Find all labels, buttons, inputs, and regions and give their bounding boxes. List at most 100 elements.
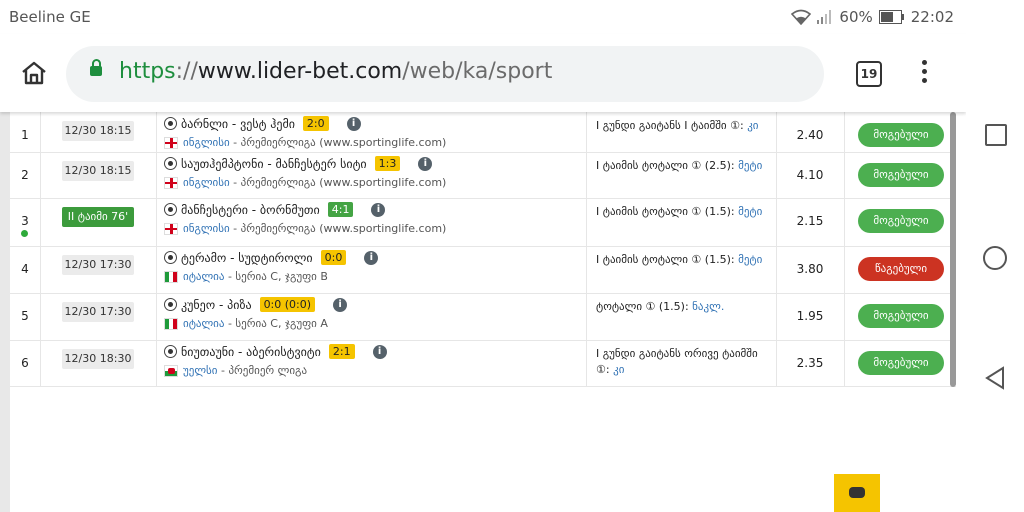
market-cell: I ტაიმის ტოტალი ① (2.5): მეტი xyxy=(586,152,777,198)
bet-row: 1 12/30 18:15 ბარნლი - ვესტ ჰემი 2:0 i ინგლის… xyxy=(10,112,956,153)
match-name: ნიუთაუნი - აბერისტვიტი xyxy=(181,344,321,359)
row-number-cell: 5 xyxy=(10,293,41,340)
row-number-cell: 4 xyxy=(10,246,41,293)
market-name: I ტაიმის ტოტალი ① (1.5): xyxy=(596,205,735,218)
side-strip xyxy=(0,112,10,512)
bet-row: 6 12/30 18:30 ნიუთაუნი - აბერისტვიტი 2:1 i უე… xyxy=(10,340,956,387)
home-nav-icon[interactable] xyxy=(983,246,1007,270)
match-name: საუთჰემპტონი - მანჩესტერ სიტი xyxy=(181,156,367,171)
odds-cell: 1.95 xyxy=(776,293,845,340)
url-host: www.lider-bet.com xyxy=(197,59,403,84)
country-flag-icon xyxy=(164,176,178,189)
match-time: 12/30 18:15 xyxy=(62,161,134,181)
league-name: - პრემიერლიგა (www.sportinglife.com) xyxy=(229,222,447,235)
match-cell: მანჩესტერი - ბორნმუთი 4:1 i ინგლისი - პრემი… xyxy=(156,198,587,246)
row-number-cell: 6 xyxy=(10,340,41,386)
status-cell: მოგებული xyxy=(844,293,956,340)
row-number-cell: 3 xyxy=(10,198,41,246)
odds-cell: 2.15 xyxy=(776,198,845,246)
signal-icon xyxy=(817,10,832,24)
match-time: 12/30 17:30 xyxy=(62,302,134,322)
status-badge[interactable]: წაგებული xyxy=(858,257,944,281)
android-nav-bar xyxy=(966,0,1024,512)
market-cell: ტოტალი ① (1.5): ნაკლ. xyxy=(586,293,777,340)
recents-icon[interactable] xyxy=(985,124,1007,146)
home-icon[interactable] xyxy=(20,60,48,86)
country-flag-icon xyxy=(164,222,178,235)
url-field[interactable]: https://www.lider-bet.com/web/ka/sport xyxy=(66,46,824,102)
scrollbar[interactable] xyxy=(950,112,956,387)
url-text[interactable]: https://www.lider-bet.com/web/ka/sport xyxy=(119,59,552,84)
country-name: იტალია xyxy=(183,270,225,283)
tab-switcher-button[interactable]: 19 xyxy=(856,61,882,87)
country-flag-icon xyxy=(164,364,178,377)
chat-button[interactable] xyxy=(834,474,880,512)
time-cell: 12/30 18:15 xyxy=(40,152,157,198)
soccer-ball-icon xyxy=(164,117,177,130)
status-cell: წაგებული xyxy=(844,246,956,293)
bet-row: 4 12/30 17:30 ტერამო - სუდტიროლი 0:0 i იტალია… xyxy=(10,246,956,294)
status-badge[interactable]: მოგებული xyxy=(858,304,944,328)
status-cell: მოგებული xyxy=(844,198,956,246)
status-badge[interactable]: მოგებული xyxy=(858,123,944,147)
chat-icon xyxy=(849,487,865,498)
odds-cell: 2.35 xyxy=(776,340,845,386)
soccer-ball-icon xyxy=(164,298,177,311)
info-icon[interactable]: i xyxy=(418,156,433,171)
market-cell: I გუნდი გაიტანს ორივე ტაიმში ①: კი xyxy=(586,340,777,386)
info-icon[interactable]: i xyxy=(372,344,387,359)
battery-percent: 60% xyxy=(839,8,873,26)
browser-screen: Beeline GE 60% 22:02 https://www.lider-b… xyxy=(0,0,966,512)
match-score: 0:0 xyxy=(320,250,347,265)
overflow-menu-icon[interactable] xyxy=(922,60,928,87)
market-cell: I გუნდი გაიტანს I ტაიმში ①: კი xyxy=(586,112,777,152)
status-badge[interactable]: მოგებული xyxy=(858,163,944,187)
time-cell: 12/30 17:30 xyxy=(40,293,157,340)
market-pick: კი xyxy=(613,363,625,376)
info-icon[interactable]: i xyxy=(346,116,361,131)
odds-value: 2.35 xyxy=(796,356,824,370)
odds-value: 3.80 xyxy=(796,262,824,276)
country-name: ინგლისი xyxy=(183,176,230,189)
odds-value: 1.95 xyxy=(796,309,824,323)
status-cell: მოგებული xyxy=(844,340,956,386)
odds-value: 4.10 xyxy=(796,168,824,182)
match-name: მანჩესტერი - ბორნმუთი xyxy=(181,202,320,217)
match-name: ტერამო - სუდტიროლი xyxy=(181,250,313,265)
row-number: 6 xyxy=(21,356,29,370)
league-name: - სერია C, ჯგუფი B xyxy=(224,270,328,283)
row-number: 4 xyxy=(21,262,29,276)
market-name: I ტაიმის ტოტალი ① (2.5): xyxy=(596,159,735,172)
info-icon[interactable]: i xyxy=(333,297,348,312)
country-name: ინგლისი xyxy=(183,136,230,149)
match-name: ბარნლი - ვესტ ჰემი xyxy=(181,116,295,131)
bet-slip-table: 1 12/30 18:15 ბარნლი - ვესტ ჰემი 2:0 i ინგლის… xyxy=(0,112,966,512)
info-icon[interactable]: i xyxy=(364,250,379,265)
market-pick: ნაკლ. xyxy=(692,300,725,313)
soccer-ball-icon xyxy=(164,203,177,216)
time-cell: 12/30 18:15 xyxy=(40,112,157,152)
match-score: 2:0 xyxy=(302,116,329,131)
league-name: - პრემიერლიგა (www.sportinglife.com) xyxy=(229,176,447,189)
match-score: 0:0 (0:0) xyxy=(259,297,316,312)
status-badge[interactable]: მოგებული xyxy=(858,209,944,233)
match-time: 12/30 18:30 xyxy=(62,349,134,369)
odds-cell: 4.10 xyxy=(776,152,845,198)
match-time: 12/30 18:15 xyxy=(62,121,134,141)
match-time: 12/30 17:30 xyxy=(62,255,134,275)
odds-cell: 3.80 xyxy=(776,246,845,293)
market-cell: I ტაიმის ტოტალი ① (1.5): მეტი xyxy=(586,246,777,293)
back-icon[interactable] xyxy=(984,366,1006,390)
info-icon[interactable]: i xyxy=(371,202,386,217)
match-name: კუნეო - პიზა xyxy=(181,297,252,312)
row-number: 5 xyxy=(21,309,29,323)
match-score: 4:1 xyxy=(327,202,354,217)
live-indicator-icon xyxy=(21,230,28,237)
match-cell: საუთჰემპტონი - მანჩესტერ სიტი 1:3 i ინგლისი… xyxy=(156,152,587,198)
league-name: - პრემიერ ლიგა xyxy=(217,364,308,377)
match-cell: ტერამო - სუდტიროლი 0:0 i იტალია - სერია C, … xyxy=(156,246,587,293)
row-number-cell: 1 xyxy=(10,112,41,152)
status-badge[interactable]: მოგებული xyxy=(858,351,944,375)
status-cell: მოგებული xyxy=(844,112,956,152)
row-number: 1 xyxy=(21,128,29,142)
